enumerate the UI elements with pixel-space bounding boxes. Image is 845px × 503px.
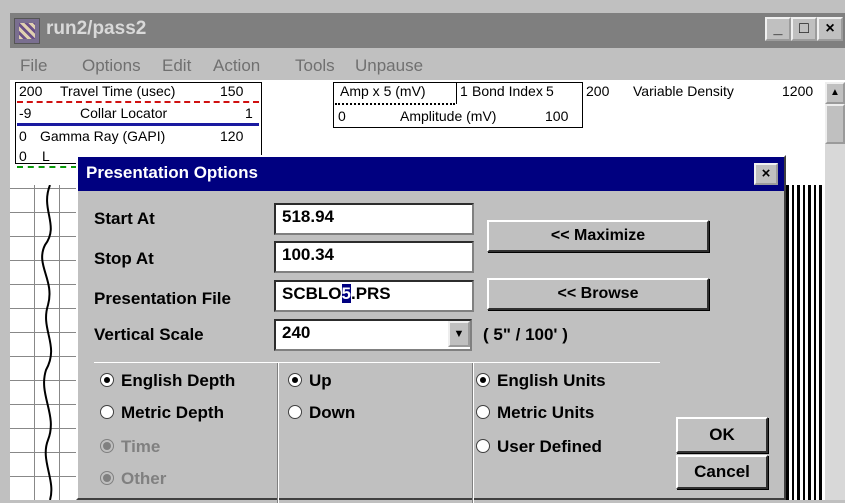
radio-english-depth[interactable]: English Depth (100, 371, 235, 391)
collar-max: 1 (245, 105, 253, 121)
menu-file[interactable]: File (20, 56, 47, 76)
cancel-button[interactable]: Cancel (676, 455, 768, 489)
radio-metric-units[interactable]: Metric Units (476, 403, 594, 423)
gamma-line (17, 166, 77, 168)
radio-label: Metric Units (497, 403, 595, 422)
presentation-options-dialog: Presentation Options × Start At 518.94 S… (76, 155, 786, 503)
radio-label: Up (309, 371, 332, 390)
text-selection: 5 (341, 284, 351, 303)
amplitude-min: 0 (338, 108, 346, 124)
menu-bar: File Options Edit Action Tools Unpause (10, 50, 845, 80)
travel-time-max: 150 (220, 83, 244, 99)
app-title-bar[interactable]: run2/pass2 _ □ × (10, 13, 845, 48)
scroll-up-button[interactable]: ▲ (825, 82, 845, 104)
bond-min: 1 (460, 83, 468, 99)
menu-unpause[interactable]: Unpause (355, 56, 423, 76)
ok-button[interactable]: OK (676, 417, 768, 453)
radio-label: User Defined (497, 437, 602, 456)
browse-button[interactable]: << Browse (487, 278, 709, 310)
collar-line (17, 123, 259, 126)
vd-min: 200 (586, 83, 610, 99)
radio-dot (100, 439, 114, 453)
gamma-max: 120 (220, 128, 244, 144)
radio-label: Other (121, 469, 167, 488)
minimize-button[interactable]: _ (765, 17, 791, 41)
header-divider (456, 82, 457, 104)
fourth-track-label: L (42, 148, 50, 164)
group-divider-2 (472, 363, 474, 503)
vertical-scale-note: ( 5" / 100' ) (483, 325, 568, 344)
menu-tools[interactable]: Tools (295, 56, 335, 76)
radio-label: Metric Depth (121, 403, 224, 422)
travel-time-label: Travel Time (usec) (60, 83, 176, 99)
file-text-before: SCBLO (282, 284, 342, 303)
vd-label: Variable Density (633, 83, 734, 99)
fourth-track-min: 0 (19, 148, 27, 164)
amp-x5-line (335, 103, 455, 105)
start-at-input[interactable]: 518.94 (274, 203, 474, 235)
radio-dot (476, 373, 490, 387)
radio-dot (100, 405, 114, 419)
menu-options[interactable]: Options (82, 56, 141, 76)
vertical-scale-label: Vertical Scale (94, 325, 204, 344)
scroll-thumb[interactable] (825, 104, 845, 144)
radio-dot (100, 471, 114, 485)
app-icon[interactable] (14, 18, 40, 44)
radio-english-units[interactable]: English Units (476, 371, 606, 391)
collar-label: Collar Locator (80, 105, 168, 121)
radio-dot (100, 373, 114, 387)
dialog-close-button[interactable]: × (754, 163, 778, 185)
radio-other: Other (100, 469, 166, 489)
variable-density-strip (786, 185, 825, 500)
radio-label: Time (121, 437, 161, 456)
amplitude-max: 100 (545, 108, 569, 124)
chevron-down-icon[interactable]: ▼ (448, 321, 470, 347)
radio-dot (476, 439, 490, 453)
presentation-file-input[interactable]: SCBLO5.PRS (274, 280, 474, 312)
close-button[interactable]: × (817, 17, 843, 41)
maximize-button[interactable]: □ (791, 17, 817, 41)
radio-label: Down (309, 403, 356, 422)
travel-time-line (17, 101, 259, 103)
radio-dot (476, 405, 490, 419)
radio-dot (288, 405, 302, 419)
radio-dot (288, 373, 302, 387)
radio-user-defined[interactable]: User Defined (476, 437, 602, 457)
menu-edit[interactable]: Edit (162, 56, 191, 76)
gamma-curve (41, 185, 53, 500)
gamma-min: 0 (19, 128, 27, 144)
maximize-range-button[interactable]: << Maximize (487, 220, 709, 252)
scroll-track[interactable] (825, 144, 845, 500)
stop-at-input[interactable]: 100.34 (274, 241, 474, 273)
radio-down[interactable]: Down (288, 403, 355, 423)
stop-at-label: Stop At (94, 249, 154, 268)
bond-max: 5 (546, 83, 554, 99)
radio-label: English Units (497, 371, 606, 390)
vd-max: 1200 (782, 83, 814, 99)
group-divider-1 (277, 363, 279, 503)
dialog-title: Presentation Options (86, 163, 258, 182)
bond-label: Bond Index (472, 83, 543, 99)
menu-action[interactable]: Action (213, 56, 260, 76)
amplitude-label: Amplitude (mV) (400, 108, 497, 124)
dialog-title-bar[interactable]: Presentation Options × (78, 157, 784, 191)
presentation-file-label: Presentation File (94, 289, 231, 308)
start-at-label: Start At (94, 209, 155, 228)
amp-x5-label: Amp x 5 (mV) (340, 83, 426, 99)
vertical-scale-value: 240 (282, 323, 311, 342)
radio-label: English Depth (121, 371, 236, 390)
radio-metric-depth[interactable]: Metric Depth (100, 403, 224, 423)
gamma-label: Gamma Ray (GAPI) (40, 128, 166, 144)
travel-time-min: 200 (19, 83, 43, 99)
vertical-scale-select[interactable]: 240 ▼ (274, 319, 472, 351)
radio-up[interactable]: Up (288, 371, 332, 391)
gamma-log-strip (10, 185, 85, 500)
file-text-after: .PRS (350, 284, 391, 303)
radio-time: Time (100, 437, 160, 457)
app-title: run2/pass2 (46, 18, 147, 39)
collar-min: -9 (19, 105, 32, 121)
